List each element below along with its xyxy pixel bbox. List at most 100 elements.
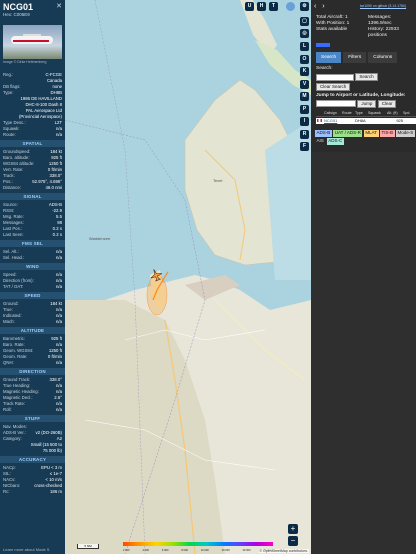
aircraft-info-panel: NCG01 ✕ Hex: C005E9 Image © Dirke Heitme… xyxy=(0,0,65,554)
map-button-v[interactable]: V xyxy=(300,79,309,89)
column-header[interactable]: Callsign xyxy=(324,111,342,115)
map-button-t[interactable]: T xyxy=(269,2,278,11)
callsign: NCG01 xyxy=(3,2,34,12)
map-button-square-icon[interactable]: ▢ xyxy=(300,17,309,26)
section-header-speed[interactable]: SPEED xyxy=(0,292,65,299)
info-row-label: Sel. Head.: xyxy=(3,255,25,260)
learn-more-link[interactable]: Learn more about Mode S xyxy=(3,547,49,552)
jump-button[interactable]: Jump xyxy=(357,99,377,108)
app-root: NCG01 ✕ Hex: C005E9 Image © Dirke Heitme… xyxy=(0,0,416,554)
map-button-k[interactable]: K xyxy=(300,67,309,76)
settings-gear-icon[interactable]: ⚙ xyxy=(300,2,309,11)
version-link[interactable]: tar1090 on github (3.14.1780) xyxy=(360,4,406,8)
info-row-label: Roll: xyxy=(3,407,12,412)
column-header[interactable]: Spd. xyxy=(403,111,413,115)
stats-link-chip[interactable] xyxy=(316,43,330,47)
panel-empty-area xyxy=(311,152,416,554)
altitude-legend-label: 8 000 xyxy=(181,549,188,552)
column-header[interactable]: Squawk xyxy=(368,111,387,115)
info-row-label: TAT / OAT: xyxy=(3,284,24,289)
search-input[interactable] xyxy=(316,73,354,81)
zoom-out-button[interactable]: − xyxy=(288,536,298,546)
panel-toggle-arrows[interactable]: ‹ › xyxy=(314,3,327,10)
altitude-legend-label: 20 000 xyxy=(221,549,230,552)
section-header-spatial[interactable]: SPATIAL xyxy=(0,140,65,147)
altitude-color-legend xyxy=(123,542,273,546)
source-chip-mode-s[interactable]: Mode-S xyxy=(396,130,415,137)
column-header[interactable]: Route xyxy=(342,111,355,115)
search-form: Search: Search Clear Search Jump to Airp… xyxy=(316,66,414,108)
map-attribution[interactable]: © OpenStreetMap contributors. xyxy=(258,549,309,553)
close-icon[interactable]: ✕ xyxy=(56,2,62,10)
tab-columns[interactable]: Columns xyxy=(368,52,398,63)
jump-input[interactable] xyxy=(316,100,356,108)
search-button[interactable]: Search xyxy=(355,73,378,81)
info-row-label: Distance: xyxy=(3,185,21,190)
info-row: Route: n/a xyxy=(0,132,65,138)
info-row-value: n/a xyxy=(56,255,62,260)
altitude-legend-label: 10 000 xyxy=(200,549,209,552)
source-chip-mlat[interactable]: MLAT xyxy=(363,130,379,137)
info-row-value: n/a xyxy=(56,319,62,324)
source-chip-ais[interactable]: AIS xyxy=(315,138,325,145)
info-row-value: 186 m xyxy=(50,489,62,494)
section-header-wind[interactable]: WIND xyxy=(0,263,65,270)
aircraft-photo[interactable] xyxy=(3,25,62,59)
map-button-u[interactable]: U xyxy=(245,2,254,11)
map-button-circle-icon[interactable]: ◎ xyxy=(300,29,309,38)
clear-button[interactable]: Clear xyxy=(377,99,397,108)
row-callsign[interactable]: NCG01 xyxy=(324,118,342,124)
map-canvas xyxy=(65,0,311,554)
altitude-legend-labels: 2 0004 0006 0008 00010 00020 00030 00040… xyxy=(123,549,273,552)
stats-available: Stats available xyxy=(316,27,348,32)
table-row[interactable]: NCG01 DH8A 925 xyxy=(316,118,416,124)
map-label-waddenzee: Waddenzee xyxy=(89,236,111,241)
canada-flag-icon xyxy=(317,118,322,122)
section-header-stuff[interactable]: STUFF xyxy=(0,415,65,422)
column-header[interactable] xyxy=(316,111,324,115)
section-header-fms-sel[interactable]: FMS SEL xyxy=(0,240,65,247)
source-chip-uat-ads-r[interactable]: UAT / ADS-R xyxy=(333,130,363,137)
section-header-signal[interactable]: SIGNAL xyxy=(0,193,65,200)
info-row-value: 0.2 s xyxy=(52,232,62,237)
altitude-legend-label: 2 000 xyxy=(123,549,130,552)
source-chip-tis-b[interactable]: TIS-B xyxy=(380,130,395,137)
hex-code: Hex: C005E9 xyxy=(3,12,30,17)
map-button-f[interactable]: F xyxy=(300,142,309,151)
info-row-value: n/a xyxy=(56,284,62,289)
altitude-legend-label: 30 000 xyxy=(242,549,251,552)
info-row: Distance: 46.0 nmi xyxy=(0,185,65,191)
section-header-direction[interactable]: DIRECTION xyxy=(0,368,65,375)
info-row: Roll: n/a xyxy=(0,407,65,413)
map-button-o[interactable]: O xyxy=(300,54,309,64)
map-view[interactable]: Texel Waddenzee U H T ⚙ ▢ ◎ LOKVMPIRF + … xyxy=(65,0,311,554)
tab-search[interactable]: Search xyxy=(316,52,342,63)
tab-filters[interactable]: Filters xyxy=(343,52,367,63)
info-row: 75 000 lb) xyxy=(0,448,65,454)
section-header-accuracy[interactable]: ACCURACY xyxy=(0,456,65,463)
column-header[interactable]: Alt. (ft) xyxy=(387,111,403,115)
section-header-altitude[interactable]: ALTITUDE xyxy=(0,327,65,334)
clear-search-button[interactable]: Clear Search xyxy=(316,83,351,92)
aircraft-table: Callsign Route Type Squawk Alt. (ft) Spd. NCG… xyxy=(316,111,416,124)
map-button-m[interactable]: M xyxy=(300,92,309,101)
source-chip-ads-b[interactable]: ADS-B xyxy=(315,130,332,137)
map-button-i[interactable]: I xyxy=(300,117,309,126)
info-row-label: Category: xyxy=(3,436,22,441)
info-row-label: Route: xyxy=(3,132,16,137)
info-row-value: 75 000 lb) xyxy=(42,448,62,453)
layers-icon[interactable] xyxy=(286,2,295,11)
column-header[interactable]: Type xyxy=(355,111,368,115)
map-button-r[interactable]: R xyxy=(300,129,309,139)
map-button-h[interactable]: H xyxy=(257,2,266,11)
info-row-label: Type: xyxy=(3,90,14,95)
search-label: Search: xyxy=(316,66,333,71)
zoom-in-button[interactable]: + xyxy=(288,524,298,534)
table-header: Callsign Route Type Squawk Alt. (ft) Spd. xyxy=(316,111,416,117)
aircraft-list-panel: ‹ › tar1090 on github (3.14.1780) Total … xyxy=(311,0,416,554)
map-button-l[interactable]: L xyxy=(300,42,309,51)
map-button-p[interactable]: P xyxy=(300,104,309,114)
row-type: DH8A xyxy=(355,118,366,123)
aircraft-marker-icon[interactable] xyxy=(149,268,163,282)
source-chip-ads-c[interactable]: ADS-C xyxy=(326,138,344,145)
